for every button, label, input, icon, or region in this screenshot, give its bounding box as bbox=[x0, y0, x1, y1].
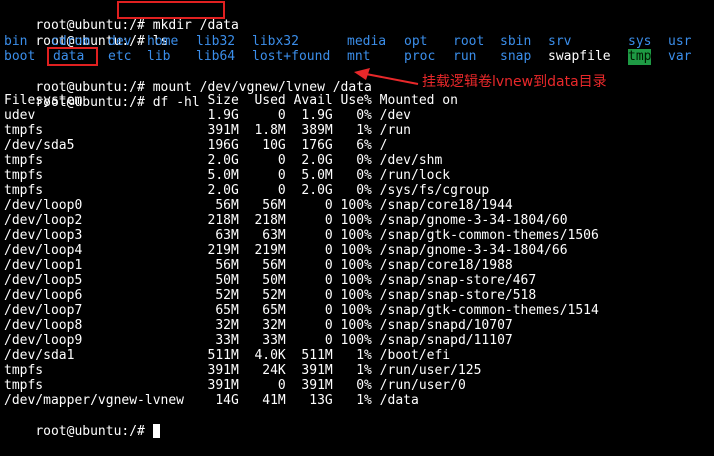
ls-entry: mnt bbox=[347, 49, 371, 64]
command-line-ls: root@ubuntu:/# ls bbox=[4, 18, 168, 49]
command-line-current[interactable]: root@ubuntu:/# bbox=[4, 408, 160, 439]
ls-entry: snap bbox=[500, 49, 532, 64]
df-row: /dev/loop9 33M 33M 0 100% /snap/snapd/11… bbox=[4, 333, 513, 348]
ls-entry: lib64 bbox=[196, 49, 236, 64]
ls-entry: lib bbox=[147, 49, 171, 64]
ls-entry: home bbox=[147, 34, 179, 49]
df-row: tmpfs 391M 1.8M 389M 1% /run bbox=[4, 123, 411, 138]
shell-prompt: root@ubuntu:/# bbox=[35, 424, 145, 439]
df-row: tmpfs 2.0G 0 2.0G 0% /sys/fs/cgroup bbox=[4, 183, 490, 198]
ls-entry: srv bbox=[548, 34, 572, 49]
cursor-icon bbox=[152, 424, 160, 438]
df-row: /dev/loop5 50M 50M 0 100% /snap/snap-sto… bbox=[4, 273, 537, 288]
ls-entry: libx32 bbox=[252, 34, 299, 49]
ls-entry: sbin bbox=[500, 34, 532, 49]
df-row: tmpfs 5.0M 0 5.0M 0% /run/lock bbox=[4, 168, 451, 183]
ls-entry: usr bbox=[668, 34, 692, 49]
highlight-box-mkdir bbox=[117, 1, 225, 19]
df-row: udev 1.9G 0 1.9G 0% /dev bbox=[4, 108, 411, 123]
ls-entry: lib32 bbox=[196, 34, 236, 49]
ls-entry: opt bbox=[404, 34, 428, 49]
ls-entry: lost+found bbox=[252, 49, 331, 64]
df-row: /dev/loop7 65M 65M 0 100% /snap/gtk-comm… bbox=[4, 303, 599, 318]
terminal-window[interactable]: root@ubuntu:/# mkdir /data root@ubuntu:/… bbox=[0, 0, 714, 439]
df-row: /dev/sda5 196G 10G 176G 6% / bbox=[4, 138, 388, 153]
df-row: /dev/loop3 63M 63M 0 100% /snap/gtk-comm… bbox=[4, 228, 599, 243]
ls-entry: dev bbox=[108, 34, 132, 49]
ls-entry: media bbox=[347, 34, 387, 49]
df-row: tmpfs 391M 0 391M 0% /run/user/0 bbox=[4, 378, 466, 393]
df-row: tmpfs 2.0G 0 2.0G 0% /dev/shm bbox=[4, 153, 443, 168]
ls-entry: etc bbox=[108, 49, 132, 64]
df-row: /dev/loop8 32M 32M 0 100% /snap/snapd/10… bbox=[4, 318, 513, 333]
ls-entry: boot bbox=[4, 49, 36, 64]
df-row: /dev/loop2 218M 218M 0 100% /snap/gnome-… bbox=[4, 213, 568, 228]
df-row: /dev/loop6 52M 52M 0 100% /snap/snap-sto… bbox=[4, 288, 537, 303]
command-line-mount: root@ubuntu:/# mount /dev/vgnew/lvnew /d… bbox=[4, 64, 372, 95]
df-row: /dev/loop4 219M 219M 0 100% /snap/gnome-… bbox=[4, 243, 568, 258]
ls-entry-highlighted: tmp bbox=[628, 49, 652, 65]
df-row: tmpfs 391M 24K 391M 1% /run/user/125 bbox=[4, 363, 482, 378]
ls-entry: var bbox=[668, 49, 692, 64]
df-header: Filesystem Size Used Avail Use% Mounted … bbox=[4, 93, 458, 108]
ls-entry: run bbox=[453, 49, 477, 64]
df-row: /dev/mapper/vgnew-lvnew 14G 41M 13G 1% /… bbox=[4, 393, 419, 408]
annotation-text: 挂载逻辑卷lvnew到data目录 bbox=[422, 74, 607, 90]
ls-entry: root bbox=[453, 34, 485, 49]
ls-entry: proc bbox=[404, 49, 436, 64]
df-row: /dev/loop1 56M 56M 0 100% /snap/core18/1… bbox=[4, 258, 513, 273]
ls-entry: bin bbox=[4, 34, 28, 49]
ls-entry: swapfile bbox=[548, 49, 611, 64]
annotation-arrow-icon bbox=[354, 68, 419, 85]
df-row: /dev/loop0 56M 56M 0 100% /snap/core18/1… bbox=[4, 198, 513, 213]
ls-entry: sys bbox=[628, 34, 652, 49]
df-row: /dev/sda1 511M 4.0K 511M 1% /boot/efi bbox=[4, 348, 451, 363]
